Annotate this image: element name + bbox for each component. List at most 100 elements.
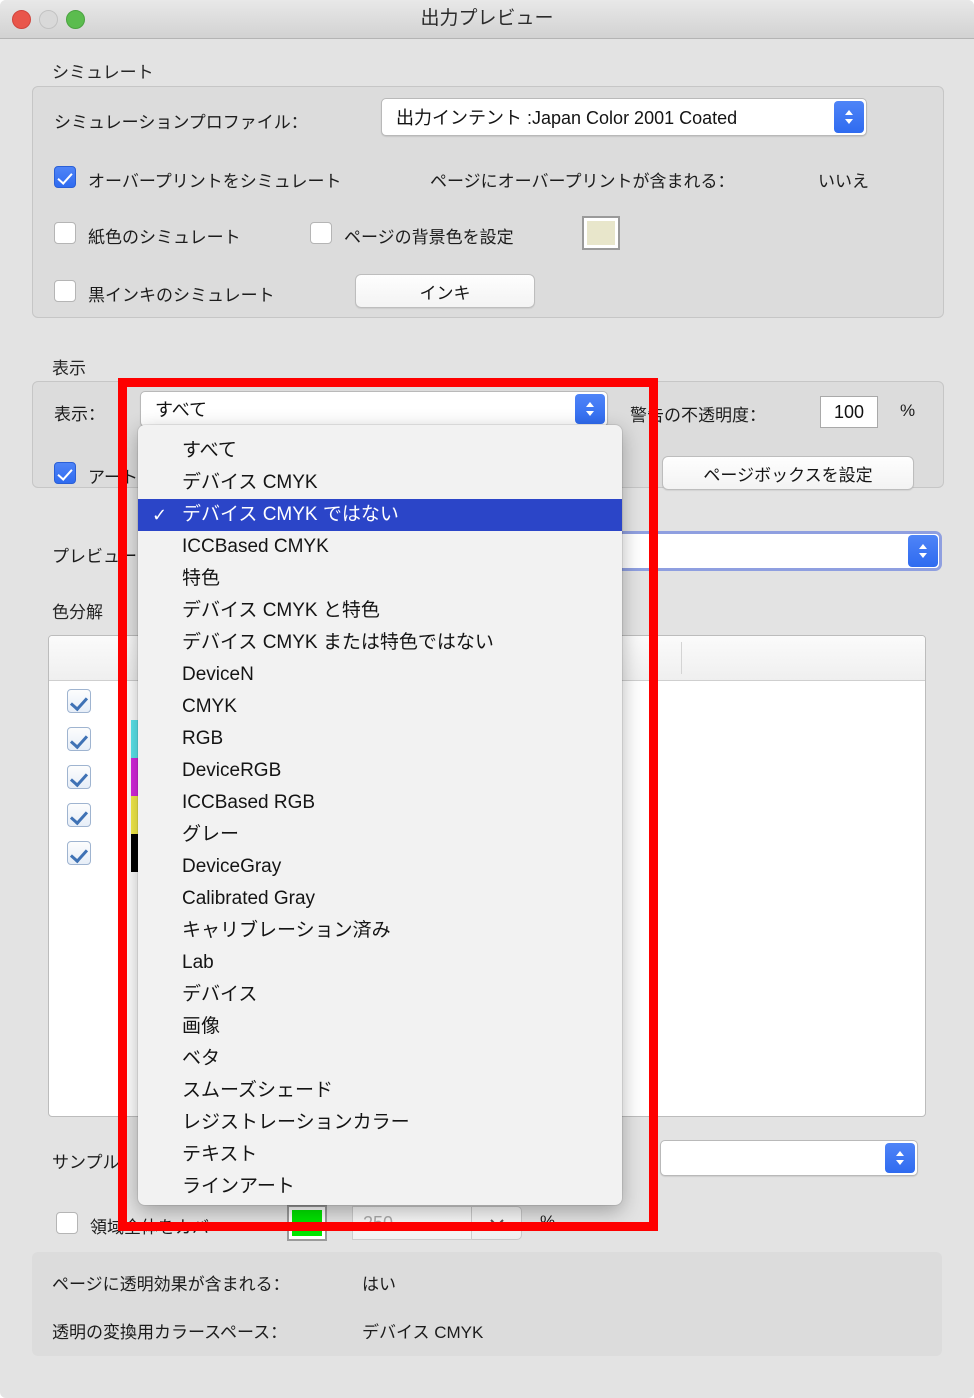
display-show-label: 表示： <box>54 405 105 424</box>
dropdown-item[interactable]: ベタ <box>138 1043 622 1075</box>
dropdown-item-list: すべてデバイス CMYK ✓ デバイス CMYK ではない ICCBased CMYK… <box>138 435 622 1203</box>
dropdown-item-label: RGB <box>182 728 224 749</box>
coverage-dropdown-button[interactable] <box>472 1206 522 1240</box>
simulate-group-label: シミュレート <box>52 63 154 82</box>
dropdown-item[interactable]: ラインアート <box>138 1171 622 1203</box>
dropdown-item-label: すべて <box>182 440 237 461</box>
dropdown-item[interactable]: デバイス <box>138 979 622 1011</box>
chevron-updown-icon <box>834 101 864 133</box>
output-preview-window: 出力プレビュー シミュレート シミュレーションプロファイル： 出力インテント :… <box>0 0 974 1398</box>
separations-group-label: 色分解 <box>52 603 103 622</box>
coverage-color-well[interactable] <box>287 1205 327 1241</box>
chevron-updown-icon <box>885 1143 915 1173</box>
window-title: 出力プレビュー <box>420 8 554 29</box>
artbox-checkbox[interactable] <box>54 462 76 484</box>
simulate-paper-color-label: 紙色のシミュレート <box>88 228 241 247</box>
dropdown-item-label: 画像 <box>182 1016 221 1037</box>
dropdown-item-label: スムーズシェード <box>182 1080 334 1101</box>
dropdown-item[interactable]: ICCBased CMYK <box>138 531 622 563</box>
warning-opacity-percent: % <box>900 401 916 420</box>
dropdown-item-label: CMYK <box>182 696 237 717</box>
dropdown-item-label: Lab <box>182 952 214 973</box>
total-coverage-checkbox[interactable] <box>56 1212 78 1234</box>
coverage-value-input[interactable]: 250 <box>352 1206 472 1240</box>
page-background-swatch <box>587 221 615 245</box>
chevron-updown-icon <box>575 394 605 424</box>
display-show-select[interactable]: すべて <box>140 391 608 427</box>
page-has-overprint-label: ページにオーバープリントが含まれる： <box>430 172 735 191</box>
dropdown-item[interactable]: デバイス CMYK と特色 <box>138 595 622 627</box>
warning-opacity-input[interactable]: 100 <box>820 396 878 428</box>
dropdown-item[interactable]: Lab <box>138 947 622 979</box>
dropdown-item[interactable]: すべて <box>138 435 622 467</box>
column-divider <box>681 642 682 674</box>
dropdown-item-label: DeviceGray <box>182 856 282 877</box>
artbox-label: アート <box>88 468 138 487</box>
dropdown-item-label: デバイス CMYK ではない <box>182 504 399 525</box>
simulation-profile-label: シミュレーションプロファイル： <box>54 113 308 132</box>
dropdown-item[interactable]: デバイス CMYK または特色ではない <box>138 627 622 659</box>
total-coverage-label: 領域全体をカバー <box>90 1218 226 1237</box>
transparency-value: はい <box>362 1275 396 1294</box>
page-background-checkbox[interactable] <box>310 222 332 244</box>
transparency-label: ページに透明効果が含まれる： <box>52 1275 290 1294</box>
page-background-color-well[interactable] <box>582 216 620 250</box>
dropdown-item-label: DeviceN <box>182 664 254 685</box>
warning-opacity-label: 警告の不透明度： <box>630 406 766 425</box>
dropdown-item[interactable]: DeviceGray <box>138 851 622 883</box>
dropdown-item-label: キャリブレーション済み <box>182 920 391 941</box>
dropdown-item[interactable]: 特色 <box>138 563 622 595</box>
dropdown-item-label: ICCBased RGB <box>182 792 316 813</box>
sample-select[interactable] <box>660 1140 918 1176</box>
sample-label: サンプル <box>52 1153 120 1172</box>
dropdown-item[interactable]: デバイス CMYK <box>138 467 622 499</box>
dropdown-item[interactable]: CMYK <box>138 691 622 723</box>
separation-row-checkbox[interactable] <box>67 689 91 713</box>
simulate-overprint-label: オーバープリントをシミュレート <box>88 172 342 191</box>
dropdown-item-label: 特色 <box>182 568 221 589</box>
chevron-down-icon <box>489 1219 504 1228</box>
dropdown-item[interactable]: DeviceRGB <box>138 755 622 787</box>
dropdown-item-label: デバイス CMYK と特色 <box>182 600 380 621</box>
dropdown-item-label: ラインアート <box>182 1176 295 1197</box>
set-page-box-button[interactable]: ページボックスを設定 <box>662 456 914 490</box>
separation-row-checkbox[interactable] <box>67 765 91 789</box>
dropdown-item[interactable]: レジストレーションカラー <box>138 1107 622 1139</box>
chevron-updown-icon <box>908 535 938 567</box>
separation-row-checkbox[interactable] <box>67 841 91 865</box>
dropdown-item[interactable]: ✓ デバイス CMYK ではない <box>138 499 622 531</box>
dropdown-item-label: グレー <box>182 824 240 845</box>
display-group-label: 表示 <box>52 359 86 378</box>
dropdown-item[interactable]: テキスト <box>138 1139 622 1171</box>
dropdown-item[interactable]: キャリブレーション済み <box>138 915 622 947</box>
display-show-value: すべて <box>155 400 208 420</box>
simulate-overprint-checkbox[interactable] <box>54 166 76 188</box>
separation-row-checkbox[interactable] <box>67 727 91 751</box>
ink-button[interactable]: インキ <box>355 274 535 308</box>
simulate-paper-color-checkbox[interactable] <box>54 222 76 244</box>
dropdown-item[interactable]: DeviceN <box>138 659 622 691</box>
dropdown-item-label: DeviceRGB <box>182 760 282 781</box>
dropdown-item-label: レジストレーションカラー <box>182 1112 410 1133</box>
dropdown-item[interactable]: 画像 <box>138 1011 622 1043</box>
dropdown-item[interactable]: グレー <box>138 819 622 851</box>
dropdown-item[interactable]: ICCBased RGB <box>138 787 622 819</box>
simulate-black-ink-label: 黒インキのシミュレート <box>88 286 275 305</box>
dropdown-item[interactable]: スムーズシェード <box>138 1075 622 1107</box>
dropdown-item-label: ICCBased CMYK <box>182 536 329 557</box>
dropdown-item[interactable]: RGB <box>138 723 622 755</box>
simulation-profile-select[interactable]: 出力インテント :Japan Color 2001 Coated <box>381 98 867 136</box>
simulation-profile-value: 出力インテント :Japan Color 2001 Coated <box>396 108 738 128</box>
preview-label: プレビュー <box>52 547 137 566</box>
dropdown-item-label: デバイス CMYK または特色ではない <box>182 632 494 653</box>
dropdown-item-label: デバイス CMYK <box>182 472 318 493</box>
dropdown-item[interactable]: Calibrated Gray <box>138 883 622 915</box>
blend-space-label: 透明の変換用カラースペース： <box>52 1323 288 1342</box>
dropdown-item-label: テキスト <box>182 1144 258 1165</box>
dropdown-item-label: ベタ <box>182 1048 221 1069</box>
coverage-percent-label: % <box>540 1212 556 1231</box>
display-show-dropdown-menu[interactable]: すべてデバイス CMYK ✓ デバイス CMYK ではない ICCBased CMYK… <box>138 425 622 1205</box>
separation-row-checkbox[interactable] <box>67 803 91 827</box>
simulate-black-ink-checkbox[interactable] <box>54 280 76 302</box>
dropdown-item-label: デバイス <box>182 984 258 1005</box>
